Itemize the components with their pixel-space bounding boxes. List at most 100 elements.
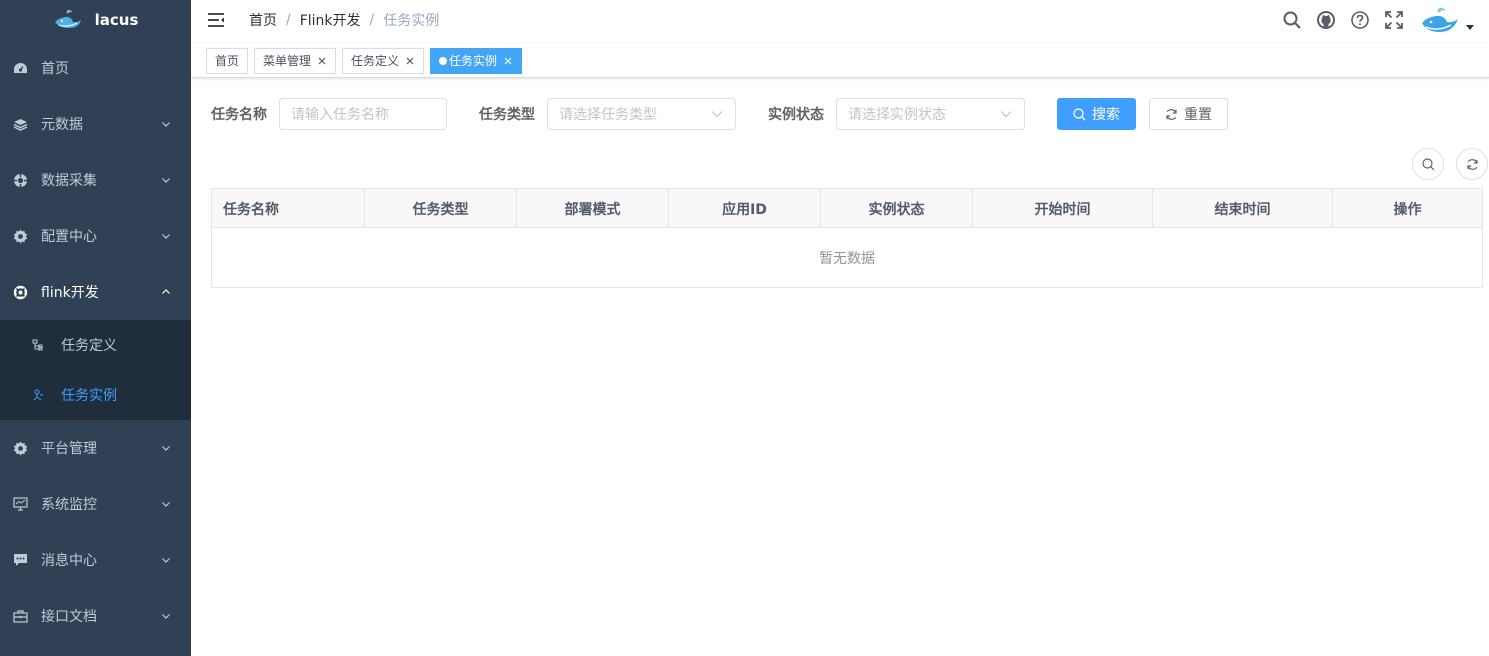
- sidebar-item-api-docs[interactable]: 接口文档: [0, 588, 191, 644]
- task-instance-table: 任务名称 任务类型 部署模式 应用ID 实例状态 开始时间 结束时间 操作 暂无…: [211, 188, 1483, 288]
- chevron-down-icon: [162, 234, 170, 239]
- settings-icon: [12, 440, 28, 456]
- github-icon[interactable]: [1316, 10, 1336, 30]
- search-icon[interactable]: [1282, 10, 1302, 30]
- column-header-app-id: 应用ID: [669, 189, 821, 228]
- task-type-placeholder: 请选择任务类型: [559, 107, 657, 123]
- column-header-task-name: 任务名称: [212, 189, 365, 228]
- hamburger-menu-icon[interactable]: [207, 11, 225, 29]
- filter-form: 任务名称 请输入任务名称 任务类型 请选择任务类型 实例状态 请选择实例状态 搜…: [211, 98, 1228, 130]
- sidebar-item-label: 元数据: [41, 117, 83, 133]
- column-header-deploy-mode: 部署模式: [517, 189, 669, 228]
- search-icon: [1421, 157, 1434, 170]
- search-button-label: 搜索: [1092, 107, 1120, 123]
- tags-view: 首页 菜单管理 任务定义 任务实例: [191, 44, 1489, 78]
- avatar[interactable]: [1420, 5, 1460, 35]
- flink-dev-submenu: 任务定义 任务实例: [0, 320, 191, 420]
- dashboard-icon: [12, 60, 28, 76]
- chevron-down-icon: [711, 111, 723, 118]
- tag-label: 菜单管理: [263, 54, 312, 68]
- breadcrumb-separator: /: [369, 12, 375, 28]
- whale-logo-icon: [54, 9, 81, 28]
- task-name-placeholder: 请输入任务名称: [291, 107, 389, 123]
- sidebar-subitem-label: 任务实例: [61, 388, 117, 404]
- sidebar-item-label: flink开发: [41, 285, 99, 301]
- toggle-search-button[interactable]: [1412, 148, 1444, 180]
- question-icon[interactable]: [1350, 10, 1370, 30]
- fullscreen-icon[interactable]: [1384, 10, 1404, 30]
- refresh-icon: [1466, 158, 1478, 170]
- instance-icon: [33, 389, 43, 401]
- chevron-down-icon: [162, 558, 170, 563]
- sidebar-item-data-collection[interactable]: 数据采集: [0, 152, 191, 208]
- sidebar-subitem-label: 任务定义: [61, 338, 117, 354]
- sidebar-item-label: 首页: [41, 61, 69, 77]
- sidebar-item-label: 配置中心: [41, 229, 97, 245]
- tag-label: 任务实例: [449, 54, 498, 68]
- reset-button-label: 重置: [1184, 107, 1212, 123]
- layers-icon: [12, 116, 28, 132]
- tag-task-definition[interactable]: 任务定义: [342, 47, 425, 74]
- lifebuoy-icon: [12, 284, 28, 300]
- chevron-down-icon: [162, 614, 170, 619]
- breadcrumb: 首页 / Flink开发 / 任务实例: [249, 10, 439, 30]
- instance-status-select[interactable]: 请选择实例状态: [836, 98, 1025, 130]
- breadcrumb-separator: /: [286, 12, 291, 28]
- task-type-select[interactable]: 请选择任务类型: [547, 98, 736, 130]
- active-dot-icon: [439, 56, 448, 65]
- chevron-down-icon: [162, 178, 170, 183]
- sidebar-item-label: 平台管理: [41, 441, 97, 457]
- sidebar-item-platform-management[interactable]: 平台管理: [0, 420, 191, 476]
- sidebar-item-task-definition[interactable]: 任务定义: [0, 320, 191, 370]
- monitor-icon: [12, 496, 28, 512]
- chevron-up-icon: [162, 289, 170, 294]
- sidebar: lacus 首页 元数据 数据采集 配置中心 flink开发 任务定义 任务实例…: [0, 0, 191, 656]
- search-button[interactable]: 搜索: [1057, 98, 1136, 130]
- sidebar-item-config-center[interactable]: 配置中心: [0, 208, 191, 264]
- reset-button[interactable]: 重置: [1149, 98, 1228, 130]
- sidebar-item-task-instance[interactable]: 任务实例: [0, 370, 191, 420]
- close-icon[interactable]: [405, 56, 415, 66]
- column-header-end-time: 结束时间: [1153, 189, 1333, 228]
- sidebar-item-flink-dev[interactable]: flink开发: [0, 264, 191, 320]
- sidebar-item-label: 数据采集: [41, 173, 97, 189]
- close-icon[interactable]: [317, 56, 327, 66]
- sidebar-item-metadata[interactable]: 元数据: [0, 96, 191, 152]
- tag-home[interactable]: 首页: [206, 47, 249, 74]
- chevron-down-icon: [162, 122, 170, 127]
- column-header-actions: 操作: [1393, 201, 1422, 218]
- tag-label: 首页: [215, 54, 240, 68]
- sidebar-item-label: 系统监控: [41, 497, 97, 513]
- search-icon: [1073, 107, 1086, 120]
- sidebar-item-message-center[interactable]: 消息中心: [0, 532, 191, 588]
- task-type-label: 任务类型: [479, 107, 535, 123]
- column-header-instance-status: 实例状态: [821, 189, 973, 228]
- tag-menu-management[interactable]: 菜单管理: [254, 47, 337, 74]
- refresh-table-button[interactable]: [1456, 148, 1488, 180]
- app-logo[interactable]: lacus: [0, 0, 191, 40]
- task-name-label: 任务名称: [211, 107, 267, 123]
- table-empty-text: 暂无数据: [819, 250, 875, 267]
- column-header-task-type: 任务类型: [365, 189, 517, 228]
- close-icon[interactable]: [503, 56, 513, 66]
- tree-icon: [32, 339, 43, 351]
- refresh-icon: [1166, 108, 1177, 120]
- sidebar-item-home[interactable]: 首页: [0, 40, 191, 96]
- caret-down-icon[interactable]: [1466, 23, 1474, 31]
- sidebar-item-system-monitor[interactable]: 系统监控: [0, 476, 191, 532]
- sidebar-item-label: 接口文档: [41, 609, 97, 625]
- app-name: lacus: [94, 11, 139, 29]
- breadcrumb-item-current: 任务实例: [383, 13, 440, 29]
- instance-status-placeholder: 请选择实例状态: [848, 107, 946, 123]
- breadcrumb-item-home[interactable]: 首页: [249, 10, 277, 30]
- navbar: 首页 / Flink开发 / 任务实例: [191, 0, 1489, 40]
- breadcrumb-item-flink-dev[interactable]: Flink开发: [300, 10, 361, 30]
- tag-task-instance[interactable]: 任务实例: [430, 47, 523, 74]
- chevron-down-icon: [162, 502, 170, 507]
- gear-cog-icon: [12, 172, 28, 188]
- task-name-input[interactable]: 请输入任务名称: [279, 98, 447, 130]
- table-header: 任务名称 任务类型 部署模式 应用ID 实例状态 开始时间 结束时间 操作: [212, 189, 1482, 228]
- chevron-down-icon: [162, 446, 170, 451]
- settings-icon: [12, 228, 28, 244]
- message-icon: [12, 552, 28, 568]
